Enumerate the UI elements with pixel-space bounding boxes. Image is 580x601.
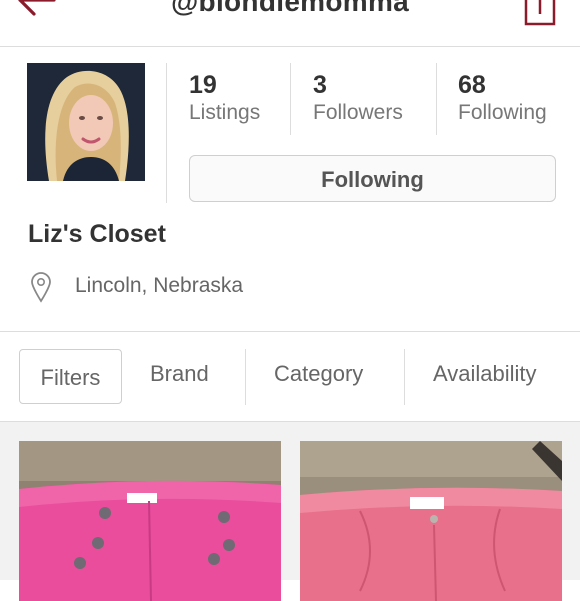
pink-shorts-photo xyxy=(19,441,281,601)
top-bar: @blondiemomma xyxy=(0,0,580,47)
listing-card[interactable] xyxy=(300,441,562,601)
avatar[interactable] xyxy=(27,63,145,181)
stat-value: 19 xyxy=(189,71,217,99)
filter-divider xyxy=(404,349,405,405)
page-title: @blondiemomma xyxy=(170,0,410,17)
section-divider xyxy=(0,331,580,332)
stat-divider xyxy=(290,63,291,135)
availability-filter[interactable]: Availability xyxy=(433,361,537,387)
stat-listings[interactable]: 19 Listings xyxy=(189,70,260,127)
stat-value: 68 xyxy=(458,71,486,99)
share-icon[interactable] xyxy=(522,0,558,28)
coral-shorts-photo xyxy=(300,441,562,601)
location-text: Lincoln, Nebraska xyxy=(75,274,244,297)
following-button[interactable]: Following xyxy=(189,155,556,202)
avatar-photo xyxy=(27,63,145,181)
stat-divider xyxy=(436,63,437,135)
stat-label: Following xyxy=(458,101,547,124)
filters-button[interactable]: Filters xyxy=(19,349,122,404)
listing-card[interactable] xyxy=(19,441,281,601)
filter-divider xyxy=(245,349,246,405)
stat-following[interactable]: 68 Following xyxy=(458,70,547,127)
avatar-divider xyxy=(166,63,167,203)
closet-name: Liz's Closet xyxy=(28,220,166,248)
stat-label: Followers xyxy=(313,101,403,124)
category-filter[interactable]: Category xyxy=(274,361,363,387)
stat-label: Listings xyxy=(189,101,261,124)
stat-followers[interactable]: 3 Followers xyxy=(313,70,403,127)
stat-value: 3 xyxy=(313,71,327,99)
brand-filter[interactable]: Brand xyxy=(150,361,209,387)
location-pin-icon xyxy=(31,272,51,303)
filter-bar: Filters Brand Category Availability xyxy=(0,333,580,421)
